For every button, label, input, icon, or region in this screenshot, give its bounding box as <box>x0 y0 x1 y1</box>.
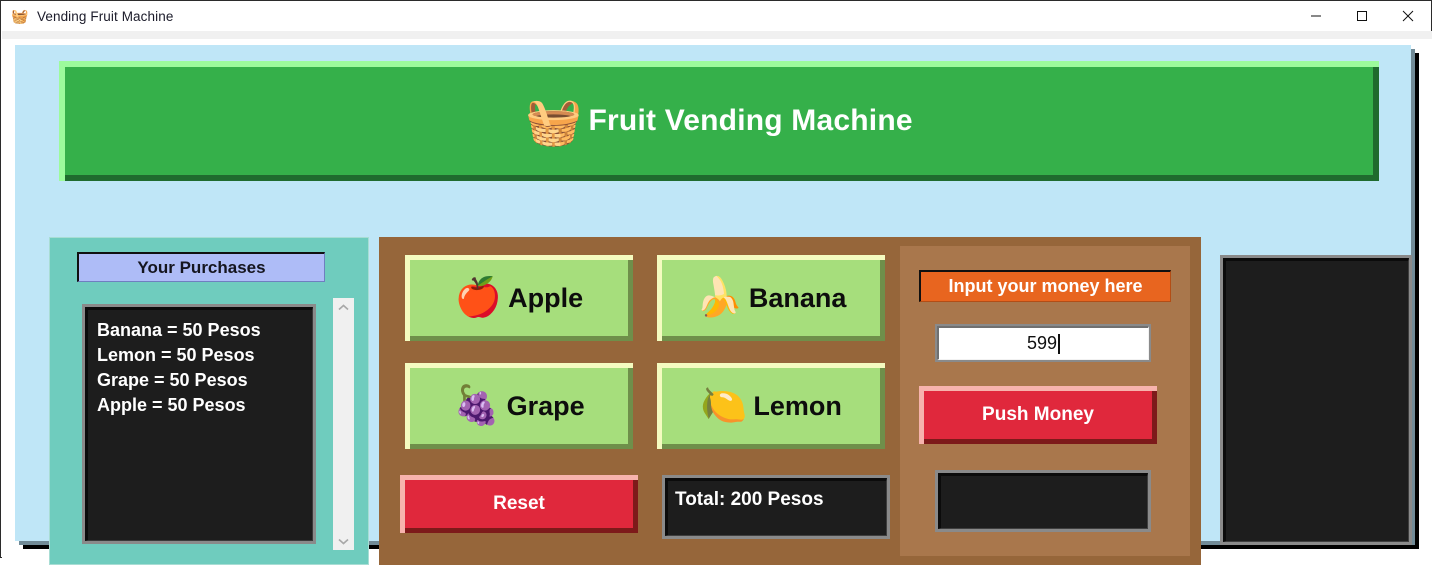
basket-icon: 🧺 <box>11 8 29 24</box>
money-panel: Input your money here 599 Push Money <box>900 246 1190 556</box>
reset-button[interactable]: Reset <box>400 475 638 533</box>
total-display: Total: 200 Pesos <box>665 478 887 536</box>
push-money-button[interactable]: Push Money <box>919 386 1157 444</box>
fruit-button-grape[interactable]: 🍇 Grape <box>405 363 633 449</box>
list-item: Banana = 50 Pesos <box>97 320 261 340</box>
page-title: Fruit Vending Machine <box>588 104 913 137</box>
window-controls <box>1293 1 1431 31</box>
window-title: Vending Fruit Machine <box>37 8 174 24</box>
change-text <box>941 476 1147 484</box>
purchases-panel: Your Purchases Banana = 50 Pesos Lemon =… <box>49 237 369 565</box>
client-area-frame: 🧺 Fruit Vending Machine Your Purchases B… <box>15 45 1419 565</box>
apple-icon: 🍎 <box>454 277 503 319</box>
fruit-button-label: Grape <box>506 390 585 421</box>
money-input-value: 599 <box>1026 333 1058 353</box>
chevron-down-icon[interactable] <box>333 532 354 550</box>
money-input-label: Input your money here <box>919 270 1171 302</box>
vending-panel: 🍎 Apple 🍌 Banana 🍇 Grape 🍋 Lemon Reset T… <box>379 237 1201 565</box>
change-display <box>938 473 1148 529</box>
dispenser-content <box>1226 261 1408 269</box>
fruit-button-banana[interactable]: 🍌 Banana <box>657 255 885 341</box>
purchases-list-frame: Banana = 50 Pesos Lemon = 50 Pesos Grape… <box>82 304 316 544</box>
text-caret <box>1058 333 1061 354</box>
banner-face: 🧺 Fruit Vending Machine <box>65 67 1373 175</box>
fruit-button-label: Lemon <box>753 390 842 421</box>
fruit-button-label: Apple <box>508 282 584 313</box>
reset-button-label: Reset <box>405 480 633 528</box>
total-display-frame: Total: 200 Pesos <box>662 475 890 539</box>
basket-icon: 🧺 <box>525 95 583 147</box>
header-banner: 🧺 Fruit Vending Machine <box>59 61 1379 181</box>
push-money-label: Push Money <box>924 391 1152 439</box>
client-area: 🧺 Fruit Vending Machine Your Purchases B… <box>15 45 1412 565</box>
lemon-icon: 🍋 <box>700 385 748 427</box>
money-input-frame[interactable]: 599 <box>935 324 1151 362</box>
purchases-label: Your Purchases <box>77 252 325 282</box>
fruit-button-face: 🍌 Banana <box>662 260 880 336</box>
maximize-button[interactable] <box>1339 1 1385 31</box>
purchases-scrollbar[interactable] <box>333 298 354 550</box>
close-button[interactable] <box>1385 1 1431 31</box>
fruit-button-lemon[interactable]: 🍋 Lemon <box>657 363 885 449</box>
list-item: Lemon = 50 Pesos <box>97 345 255 365</box>
dispenser-display <box>1223 258 1409 542</box>
list-item: Grape = 50 Pesos <box>97 370 248 390</box>
title-bar: 🧺 Vending Fruit Machine <box>1 1 1431 31</box>
banana-icon: 🍌 <box>695 277 743 319</box>
purchases-list: Banana = 50 Pesos Lemon = 50 Pesos Grape… <box>85 307 313 541</box>
app-window: 🧺 Vending Fruit Machine 🧺 Fruit Vending … <box>0 0 1432 565</box>
grape-icon: 🍇 <box>453 385 501 427</box>
list-item: Apple = 50 Pesos <box>97 395 246 415</box>
titlebar-divider <box>2 31 1432 39</box>
dispenser-display-frame <box>1220 255 1412 545</box>
money-input[interactable]: 599 <box>937 326 1149 360</box>
fruit-button-label: Banana <box>748 282 847 313</box>
chevron-up-icon[interactable] <box>333 298 354 316</box>
fruit-button-apple[interactable]: 🍎 Apple <box>405 255 633 341</box>
fruit-button-face: 🍎 Apple <box>410 260 628 336</box>
fruit-button-face: 🍋 Lemon <box>662 368 880 444</box>
minimize-button[interactable] <box>1293 1 1339 31</box>
total-text: Total: 200 Pesos <box>675 489 824 510</box>
fruit-button-face: 🍇 Grape <box>410 368 628 444</box>
change-display-frame <box>935 470 1151 532</box>
